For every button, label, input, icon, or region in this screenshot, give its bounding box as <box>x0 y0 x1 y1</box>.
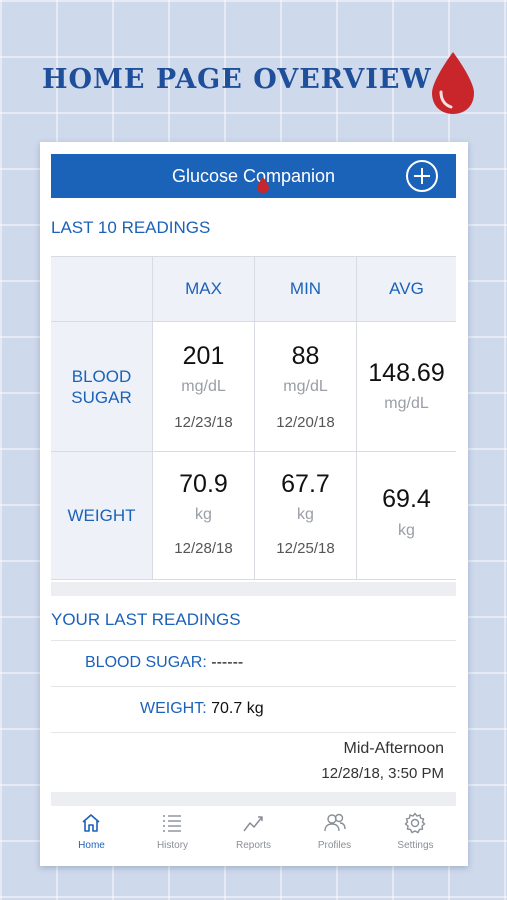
tab-settings[interactable]: Settings <box>375 806 456 858</box>
table-corner <box>51 256 153 322</box>
blood-sugar-max-cell: 201 mg/dL 12/23/18 <box>153 322 255 452</box>
date: 12/25/18 <box>276 540 335 557</box>
unit: kg <box>195 506 212 523</box>
tab-label: Profiles <box>317 840 352 851</box>
last-weight-row: WEIGHT: 70.7 kg <box>140 700 264 718</box>
date: 12/23/18 <box>174 414 233 431</box>
blood-drop-icon <box>432 52 474 114</box>
unit: mg/dL <box>181 378 226 395</box>
unit: mg/dL <box>283 378 328 395</box>
last-10-heading: LAST 10 READINGS <box>51 218 211 237</box>
row-blood-sugar-header: BLOOD SUGAR <box>51 322 153 452</box>
section-divider <box>51 582 456 596</box>
last-readings-heading: YOUR LAST READINGS <box>51 610 241 629</box>
col-max-header: MAX <box>153 256 255 322</box>
divider <box>51 640 456 641</box>
blood-sugar-value: ------ <box>211 654 244 671</box>
value: 148.69 <box>368 359 445 387</box>
app-header: Glucose Companion <box>51 154 456 198</box>
tab-home[interactable]: Home <box>51 806 132 858</box>
value: 67.7 <box>281 470 330 498</box>
app-title: Glucose Companion <box>171 166 336 186</box>
section-divider <box>51 792 456 806</box>
tab-label: Reports <box>235 840 271 851</box>
weight-min-cell: 67.7 kg 12/25/18 <box>255 452 357 580</box>
value: 201 <box>182 342 225 370</box>
value: 88 <box>291 342 320 370</box>
divider <box>51 732 456 733</box>
weight-value: 70.7 kg <box>211 700 264 717</box>
divider <box>51 686 456 687</box>
tab-reports[interactable]: Reports <box>213 806 294 858</box>
add-reading-button[interactable] <box>406 160 438 192</box>
weight-max-cell: 70.9 kg 12/28/18 <box>153 452 255 580</box>
tab-bar: Home History Reports Profiles Settings <box>51 806 456 858</box>
blood-sugar-label: BLOOD SUGAR: <box>85 654 207 671</box>
tab-history[interactable]: History <box>132 806 213 858</box>
tab-profiles[interactable]: Profiles <box>294 806 375 858</box>
reading-timestamp: 12/28/18, 3:50 PM <box>321 765 444 782</box>
phone-screen: Glucose Companion LAST 10 READINGS MAX M… <box>40 142 468 866</box>
date: 12/20/18 <box>276 414 335 431</box>
users-icon <box>324 813 346 832</box>
weight-avg-cell: 69.4 kg <box>357 452 456 580</box>
time-of-day: Mid-Afternoon <box>343 740 445 757</box>
blood-sugar-avg-cell: 148.69 mg/dL <box>357 322 456 452</box>
tab-label: Settings <box>397 840 434 851</box>
col-min-header: MIN <box>255 256 357 322</box>
unit: kg <box>398 522 415 539</box>
stats-table: MAX MIN AVG BLOOD SUGAR 201 mg/dL 12/23/… <box>51 256 456 582</box>
value: 70.9 <box>179 470 228 498</box>
unit: mg/dL <box>384 395 429 412</box>
row-weight-header: WEIGHT <box>51 452 153 580</box>
blood-sugar-min-cell: 88 mg/dL 12/20/18 <box>255 322 357 452</box>
headline: HOME PAGE OVERVIEW <box>42 64 432 95</box>
unit: kg <box>297 506 314 523</box>
weight-label: WEIGHT: <box>140 700 207 717</box>
list-icon <box>163 815 181 832</box>
col-avg-header: AVG <box>357 256 456 322</box>
row-label: BLOOD SUGAR <box>71 366 132 407</box>
blood-drop-icon <box>257 177 269 193</box>
gear-icon <box>404 812 426 834</box>
last-blood-sugar-row: BLOOD SUGAR: ------ <box>85 654 243 672</box>
tab-label: Home <box>78 840 105 851</box>
home-icon <box>82 814 100 832</box>
value: 69.4 <box>382 485 431 513</box>
tab-label: History <box>156 840 189 851</box>
date: 12/28/18 <box>174 540 233 557</box>
trend-chart-icon <box>243 816 263 832</box>
